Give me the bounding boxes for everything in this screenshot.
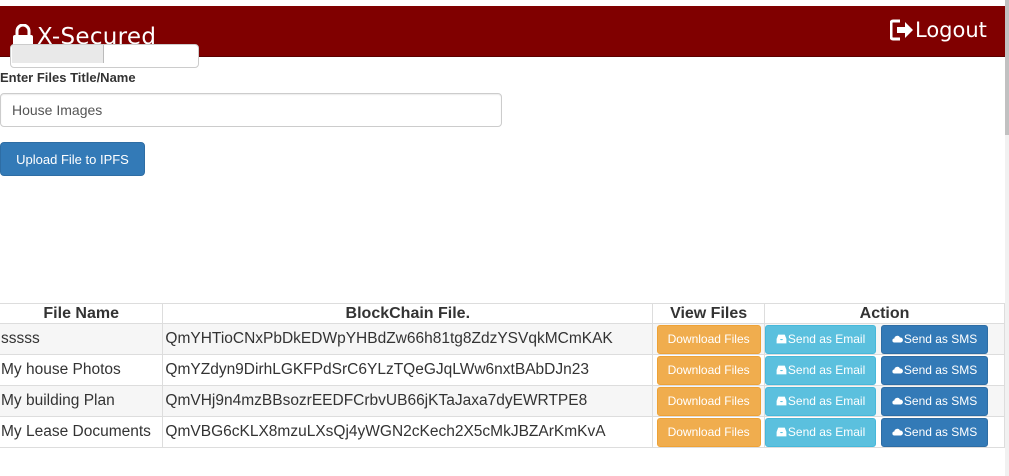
action-cell: Send as Email Send as SMS: [764, 323, 1005, 355]
download-files-button[interactable]: Download Files: [656, 417, 761, 447]
send-sms-label: Send as SMS: [903, 332, 978, 346]
send-email-button[interactable]: Send as Email: [765, 417, 877, 447]
action-cell: Send as Email Send as SMS: [764, 416, 1005, 448]
send-email-button[interactable]: Send as Email: [765, 355, 877, 385]
inbox-icon: [776, 396, 787, 406]
send-sms-label: Send as SMS: [903, 363, 978, 377]
cloud-icon: [892, 397, 903, 405]
file-name-cell: My house Photos: [0, 354, 164, 386]
file-name-cell: My building Plan: [0, 385, 164, 417]
download-files-button[interactable]: Download Files: [656, 355, 761, 385]
logout-label: Logout: [915, 18, 987, 42]
column-header-file-name: File Name: [0, 303, 164, 324]
table-row: sssss QmYHTioCNxPbDkEDWpYHBdZw66h81tg8Zd…: [0, 323, 1005, 355]
files-table: File Name BlockChain File. View Files Ac…: [0, 303, 1005, 448]
column-header-view-files: View Files: [652, 303, 766, 324]
inbox-icon: [776, 427, 787, 437]
upload-ipfs-button[interactable]: Upload File to IPFS: [0, 142, 145, 176]
file-hash-cell: QmYHTioCNxPbDkEDWpYHBdZw66h81tg8ZdzYSVqk…: [162, 323, 654, 355]
download-files-button[interactable]: Download Files: [656, 386, 761, 416]
title-input[interactable]: [0, 93, 502, 127]
view-cell: Download Files: [652, 416, 766, 448]
action-cell: Send as Email Send as SMS: [764, 354, 1005, 386]
file-hash-cell: QmYZdyn9DirhLGKFPdSrC6YLzTQeGJqLWw6nxtBA…: [162, 354, 654, 386]
cloud-icon: [892, 335, 903, 343]
inbox-icon: [776, 334, 787, 344]
scrollbar[interactable]: [1005, 0, 1009, 476]
send-sms-label: Send as SMS: [903, 394, 978, 408]
table-row: My house Photos QmYZdyn9DirhLGKFPdSrC6YL…: [0, 354, 1005, 386]
send-sms-button[interactable]: Send as SMS: [881, 417, 989, 447]
table-row: My Lease Documents QmVBG6cKLX8mzuLXsQj4y…: [0, 416, 1005, 448]
send-sms-button[interactable]: Send as SMS: [881, 355, 989, 385]
send-email-label: Send as Email: [787, 425, 866, 439]
view-cell: Download Files: [652, 323, 766, 355]
send-email-label: Send as Email: [787, 363, 866, 377]
file-name-cell: My Lease Documents: [0, 416, 164, 448]
view-cell: Download Files: [652, 354, 766, 386]
view-cell: Download Files: [652, 385, 766, 417]
action-cell: Send as Email Send as SMS: [764, 385, 1005, 417]
send-sms-label: Send as SMS: [903, 425, 978, 439]
logout-link[interactable]: Logout: [890, 16, 987, 44]
logout-icon: [890, 19, 913, 41]
send-sms-button[interactable]: Send as SMS: [881, 386, 989, 416]
send-email-button[interactable]: Send as Email: [765, 386, 877, 416]
file-name-cell: sssss: [0, 323, 164, 355]
column-header-blockchain-file: BlockChain File.: [162, 303, 654, 324]
file-hash-cell: QmVHj9n4mzBBsozrEEDFCrbvUB66jKTaJaxa7dyE…: [162, 385, 654, 417]
send-email-label: Send as Email: [787, 332, 866, 346]
cloud-icon: [892, 428, 903, 436]
table-header-row: File Name BlockChain File. View Files Ac…: [0, 303, 1005, 324]
send-email-label: Send as Email: [787, 394, 866, 408]
table-row: My building Plan QmVHj9n4mzBBsozrEEDFCrb…: [0, 385, 1005, 417]
title-label: Enter Files Title/Name: [0, 70, 136, 85]
choose-file-button[interactable]: [12, 45, 104, 63]
cloud-icon: [892, 366, 903, 374]
file-chooser[interactable]: [10, 44, 199, 68]
column-header-action: Action: [764, 303, 1005, 324]
send-email-button[interactable]: Send as Email: [765, 324, 877, 354]
inbox-icon: [776, 365, 787, 375]
download-files-button[interactable]: Download Files: [656, 324, 761, 354]
send-sms-button[interactable]: Send as SMS: [881, 324, 989, 354]
file-hash-cell: QmVBG6cKLX8mzuLXsQj4yWGN2cKech2X5cMkJBZA…: [162, 416, 654, 448]
page: X-Secured Logout Enter Files Title/Name …: [0, 0, 1009, 476]
scrollbar-thumb[interactable]: [1005, 0, 1009, 135]
